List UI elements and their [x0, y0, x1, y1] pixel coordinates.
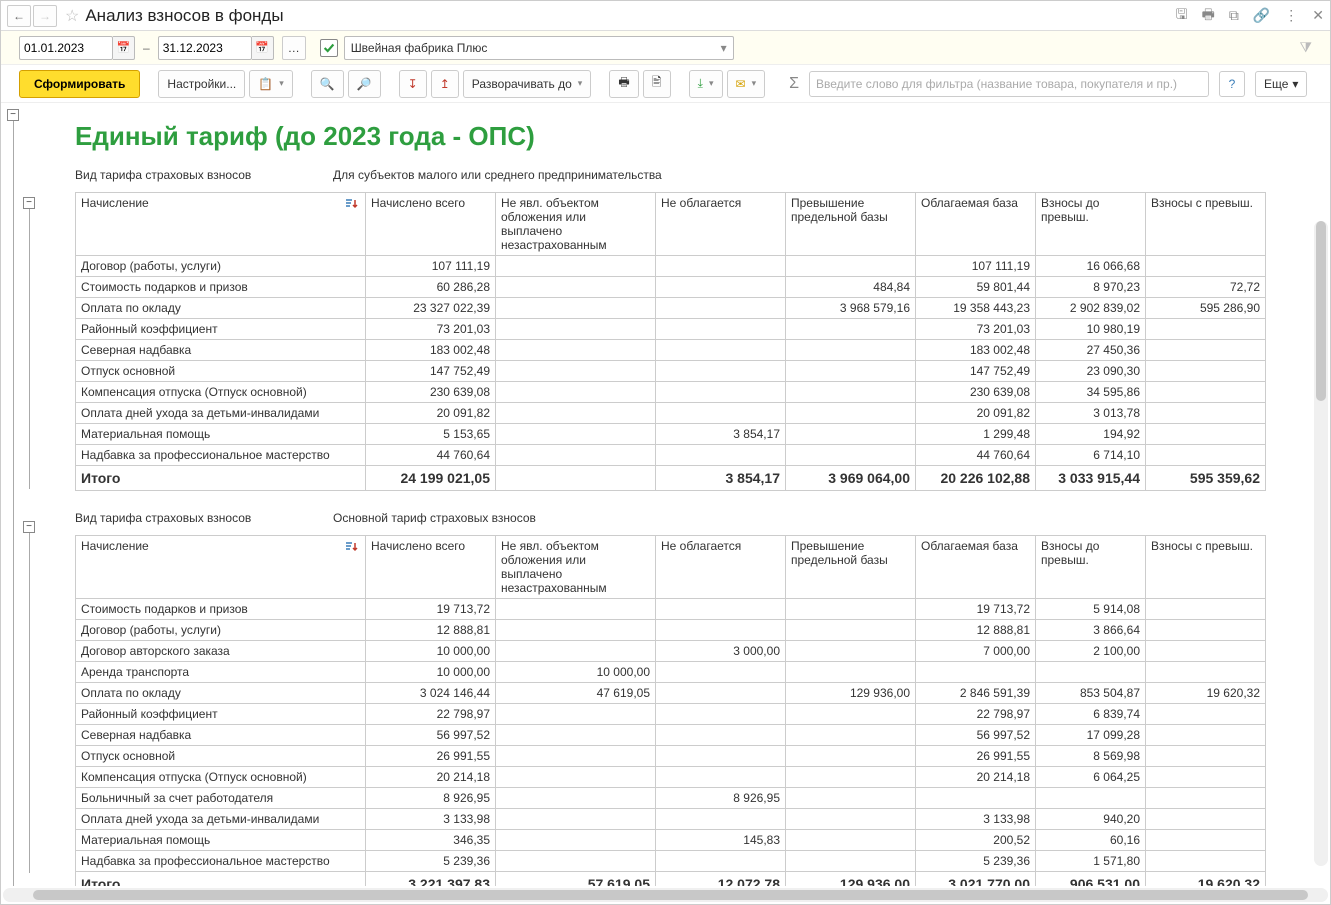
nav-back-button[interactable]: ←: [7, 5, 31, 27]
col-base[interactable]: Облагаемая база: [916, 193, 1036, 256]
tariff-meta-row: Вид тарифа страховых взносов Основной та…: [75, 511, 1310, 525]
table-row[interactable]: Надбавка за профессиональное мастерство5…: [76, 851, 1266, 872]
filter-placeholder: Введите слово для фильтра (название това…: [816, 77, 1177, 91]
col-accrual[interactable]: Начисление: [76, 536, 366, 599]
col-accrual[interactable]: Начисление: [76, 193, 366, 256]
sigma-icon[interactable]: Σ: [789, 75, 799, 93]
report-title: Единый тариф (до 2023 года - ОПС): [75, 121, 1310, 152]
col-base[interactable]: Облагаемая база: [916, 536, 1036, 599]
close-icon[interactable]: ✕: [1312, 7, 1324, 24]
table-row[interactable]: Оплата дней ухода за детьми-инвалидами20…: [76, 403, 1266, 424]
preview-icon[interactable]: ⧉: [1229, 7, 1239, 24]
report-table-1: Начисление Начислено всего Не явл. объек…: [75, 535, 1266, 886]
col-contrib-after[interactable]: Взносы с превыш.: [1146, 536, 1266, 599]
total-row: Итого24 199 021,053 854,173 969 064,0020…: [76, 466, 1266, 491]
section-1-collapse-box[interactable]: −: [23, 197, 35, 209]
print-icon[interactable]: 🖶: [1202, 4, 1215, 28]
collapse-all-box[interactable]: −: [7, 109, 19, 121]
col-total[interactable]: Начислено всего: [366, 193, 496, 256]
table-row[interactable]: Договор авторского заказа10 000,003 000,…: [76, 641, 1266, 662]
table-row[interactable]: Договор (работы, услуги)107 111,19107 11…: [76, 256, 1266, 277]
col-exceed[interactable]: Превышение предельной базы: [786, 536, 916, 599]
chevron-down-icon: ▾: [721, 41, 727, 55]
tariff-label: Вид тарифа страховых взносов: [75, 168, 333, 182]
col-not-taxed[interactable]: Не облагается: [656, 193, 786, 256]
save-icon[interactable]: 🖫: [1176, 4, 1188, 28]
organization-value: Швейная фабрика Плюс: [351, 41, 488, 55]
nav-forward-button[interactable]: →: [33, 5, 57, 27]
kebab-icon[interactable]: ⋮: [1284, 7, 1298, 24]
date-range-dash: –: [143, 41, 150, 55]
table-row[interactable]: Районный коэффициент73 201,0373 201,0310…: [76, 319, 1266, 340]
help-button[interactable]: ?: [1219, 71, 1245, 97]
print-preview-button[interactable]: 🖹: [643, 70, 671, 98]
table-row[interactable]: Районный коэффициент22 798,9722 798,976 …: [76, 704, 1266, 725]
section-2-collapse-box[interactable]: −: [23, 521, 35, 533]
table-row[interactable]: Компенсация отпуска (Отпуск основной)20 …: [76, 767, 1266, 788]
date-from-calendar-icon[interactable]: 📅: [113, 36, 135, 60]
date-from-input[interactable]: [19, 36, 113, 60]
filter-icon[interactable]: ⧩: [1300, 39, 1313, 56]
more-button[interactable]: Еще▾: [1255, 71, 1307, 97]
tariff-meta-row: Вид тарифа страховых взносов Для субъект…: [75, 168, 1310, 182]
organization-select[interactable]: Швейная фабрика Плюс ▾: [344, 36, 734, 60]
table-row[interactable]: Отпуск основной26 991,5526 991,558 569,9…: [76, 746, 1266, 767]
org-checkbox[interactable]: [320, 39, 338, 57]
paste-button[interactable]: 📋▾: [249, 70, 292, 98]
find-button[interactable]: 🔍: [311, 70, 344, 98]
table-row[interactable]: Отпуск основной147 752,49147 752,4923 09…: [76, 361, 1266, 382]
tariff-value: Основной тариф страховых взносов: [333, 511, 536, 525]
sort-desc-button[interactable]: ↥: [431, 70, 459, 98]
table-row[interactable]: Северная надбавка56 997,5256 997,5217 09…: [76, 725, 1266, 746]
table-row[interactable]: Компенсация отпуска (Отпуск основной)230…: [76, 382, 1266, 403]
titlebar: ← → ☆ Анализ взносов в фонды 🖫 🖶 ⧉ 🔗 ⋮ ✕: [1, 1, 1330, 31]
table-row[interactable]: Стоимость подарков и призов19 713,7219 7…: [76, 599, 1266, 620]
outline-gutter: − − −: [1, 103, 47, 886]
col-total[interactable]: Начислено всего: [366, 536, 496, 599]
filter-bar: 📅 – 📅 … Швейная фабрика Плюс ▾ ⧩: [1, 31, 1330, 65]
table-row[interactable]: Оплата по окладу23 327 022,393 968 579,1…: [76, 298, 1266, 319]
table-row[interactable]: Материальная помощь5 153,653 854,171 299…: [76, 424, 1266, 445]
tariff-value: Для субъектов малого или среднего предпр…: [333, 168, 662, 182]
horizontal-scrollbar[interactable]: [3, 888, 1328, 902]
expand-to-button[interactable]: Разворачивать до▾: [463, 70, 592, 98]
save-button[interactable]: ⤓▾: [689, 70, 723, 98]
vertical-scrollbar[interactable]: [1314, 221, 1328, 866]
date-to-calendar-icon[interactable]: 📅: [252, 36, 274, 60]
table-row[interactable]: Аренда транспорта10 000,0010 000,00: [76, 662, 1266, 683]
col-contrib-before[interactable]: Взносы до превыш.: [1036, 193, 1146, 256]
settings-button[interactable]: Настройки...: [158, 70, 245, 98]
filter-input[interactable]: Введите слово для фильтра (название това…: [809, 71, 1209, 97]
generate-button[interactable]: Сформировать: [19, 70, 140, 98]
link-icon[interactable]: 🔗: [1253, 7, 1270, 24]
col-not-object[interactable]: Не явл. объектом обложения или выплачено…: [496, 536, 656, 599]
period-picker-button[interactable]: …: [282, 36, 306, 60]
col-not-object[interactable]: Не явл. объектом обложения или выплачено…: [496, 193, 656, 256]
favorite-icon[interactable]: ☆: [65, 6, 79, 26]
col-contrib-before[interactable]: Взносы до превыш.: [1036, 536, 1146, 599]
col-exceed[interactable]: Превышение предельной базы: [786, 193, 916, 256]
tariff-label: Вид тарифа страховых взносов: [75, 511, 333, 525]
sort-asc-button[interactable]: ↧: [399, 70, 427, 98]
table-row[interactable]: Больничный за счет работодателя8 926,958…: [76, 788, 1266, 809]
table-row[interactable]: Северная надбавка183 002,48183 002,4827 …: [76, 340, 1266, 361]
table-row[interactable]: Надбавка за профессиональное мастерство4…: [76, 445, 1266, 466]
email-button[interactable]: ✉▾: [727, 70, 766, 98]
table-row[interactable]: Договор (работы, услуги)12 888,8112 888,…: [76, 620, 1266, 641]
col-contrib-after[interactable]: Взносы с превыш.: [1146, 193, 1266, 256]
col-not-taxed[interactable]: Не облагается: [656, 536, 786, 599]
table-row[interactable]: Материальная помощь346,35145,83200,5260,…: [76, 830, 1266, 851]
table-row[interactable]: Оплата по окладу3 024 146,4447 619,05129…: [76, 683, 1266, 704]
total-row: Итого3 221 397,8357 619,0512 072,78129 9…: [76, 872, 1266, 887]
find-prev-button[interactable]: 🔎: [348, 70, 381, 98]
report-body: Единый тариф (до 2023 года - ОПС) Вид та…: [47, 103, 1330, 886]
date-to-input[interactable]: [158, 36, 252, 60]
toolbar: Сформировать Настройки... 📋▾ 🔍 🔎 ↧ ↥ Раз…: [1, 65, 1330, 103]
table-row[interactable]: Стоимость подарков и призов60 286,28484,…: [76, 277, 1266, 298]
print-button[interactable]: 🖶: [609, 70, 638, 98]
window-title: Анализ взносов в фонды: [85, 6, 1175, 26]
report-table-0: Начисление Начислено всего Не явл. объек…: [75, 192, 1266, 491]
table-row[interactable]: Оплата дней ухода за детьми-инвалидами3 …: [76, 809, 1266, 830]
